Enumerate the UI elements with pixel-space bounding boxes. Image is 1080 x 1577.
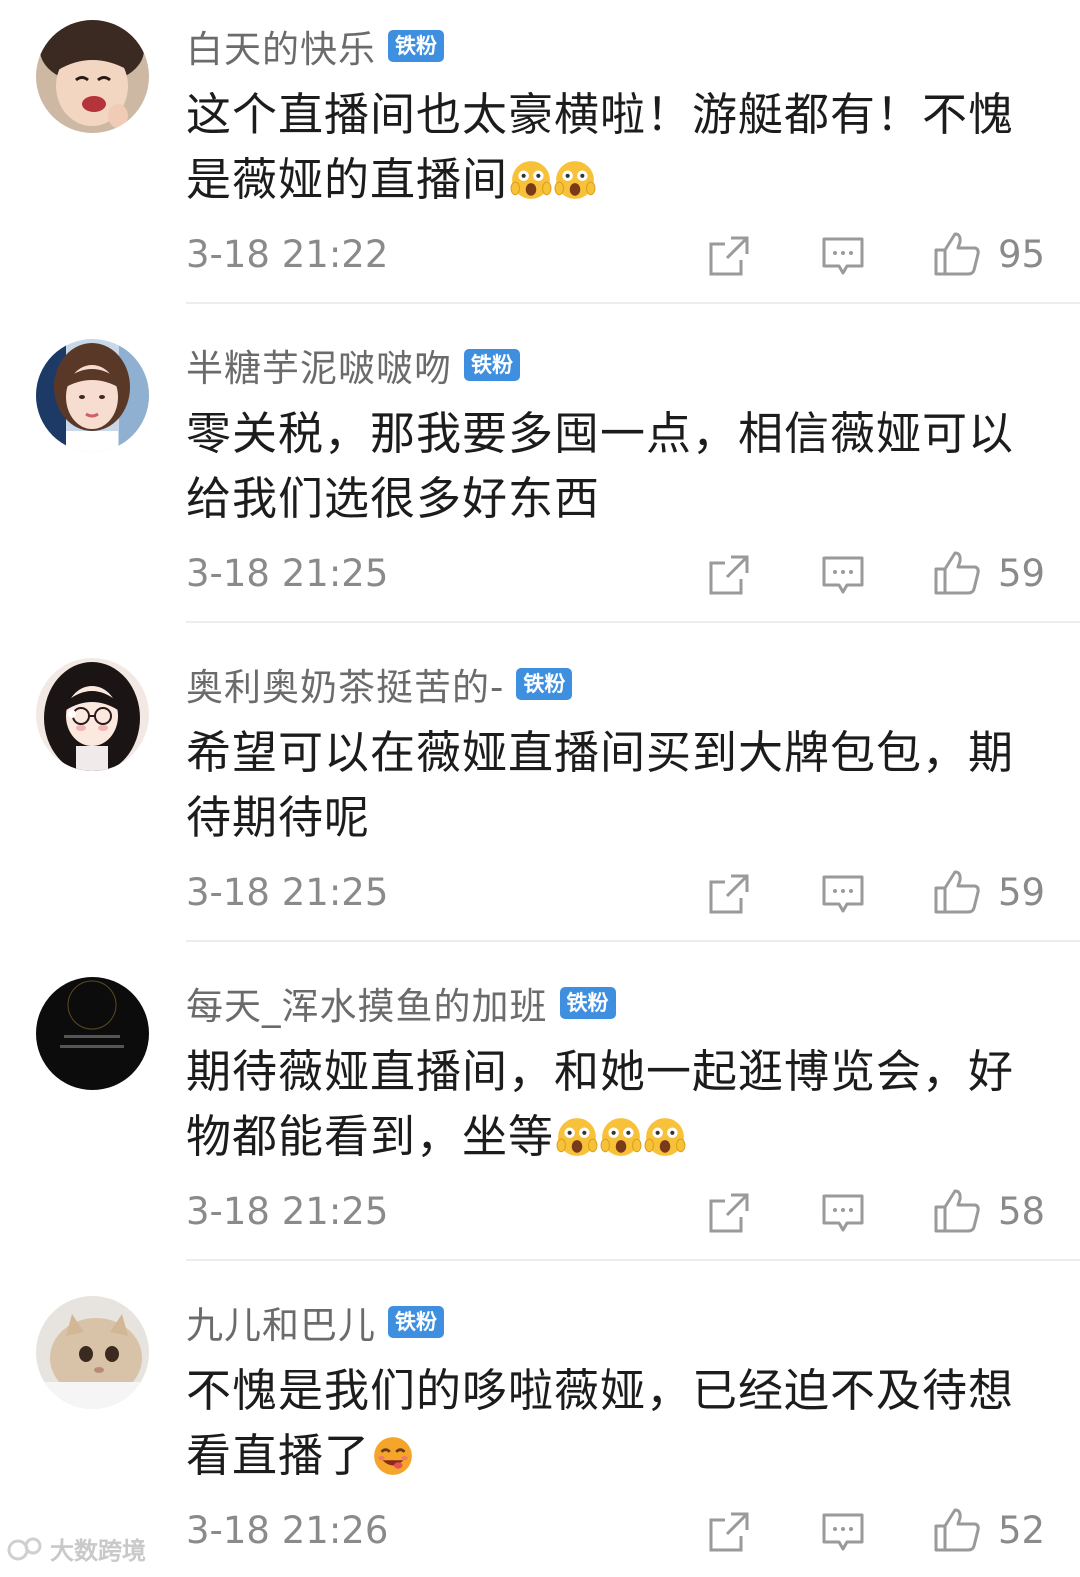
comment-content: 零关税，那我要多囤一点，相信薇娅可以给我们选很多好东西	[186, 407, 1015, 525]
fan-badge: 铁粉	[516, 668, 573, 700]
avatar[interactable]	[36, 977, 149, 1090]
fan-badge: 铁粉	[464, 349, 520, 381]
username[interactable]: 半糖芋泥啵啵吻	[186, 338, 452, 392]
username[interactable]: 每天_浑水摸鱼的加班	[186, 976, 548, 1030]
username-row: 半糖芋泥啵啵吻 铁粉	[186, 338, 520, 392]
username-row: 奥利奥奶茶挺苦的- 铁粉	[186, 657, 573, 711]
like-icon[interactable]	[933, 549, 981, 597]
fan-badge: 铁粉	[388, 30, 444, 62]
share-icon[interactable]	[707, 234, 751, 278]
username-row: 九儿和巴儿 铁粉	[186, 1295, 444, 1349]
avatar[interactable]	[36, 1296, 149, 1409]
scream-emoji-icon	[644, 1116, 686, 1158]
username-row: 白天的快乐 铁粉	[186, 19, 444, 73]
share-icon[interactable]	[707, 872, 751, 916]
comment-icon[interactable]	[821, 872, 865, 916]
username-row: 每天_浑水摸鱼的加班 铁粉	[186, 976, 616, 1030]
scream-emoji-icon	[510, 159, 552, 201]
timestamp: 3-18 21:25	[186, 552, 389, 595]
scream-emoji-icon	[556, 1116, 598, 1158]
fan-badge: 铁粉	[559, 987, 616, 1019]
username[interactable]: 奥利奥奶茶挺苦的-	[186, 657, 504, 711]
like-count: 59	[998, 871, 1046, 914]
comment-text: 这个直播间也太豪横啦！游艇都有！不愧是薇娅的直播间	[186, 82, 1046, 212]
username[interactable]: 九儿和巴儿	[186, 1295, 376, 1349]
timestamp: 3-18 21:26	[186, 1509, 389, 1552]
comment-meta: 3-18 21:22 95	[186, 232, 1046, 278]
comment-item: 九儿和巴儿 铁粉 不愧是我们的哆啦薇娅，已经迫不及待想看直播了 3-18 21:…	[0, 1276, 1080, 1577]
like-icon[interactable]	[933, 230, 981, 278]
timestamp: 3-18 21:22	[186, 233, 389, 276]
comment-text: 期待薇娅直播间，和她一起逛博览会，好物都能看到，坐等	[186, 1039, 1046, 1169]
like-icon[interactable]	[933, 868, 981, 916]
comment-text: 不愧是我们的哆啦薇娅，已经迫不及待想看直播了	[186, 1358, 1046, 1488]
watermark-logo-icon	[7, 1537, 42, 1561]
fan-badge: 铁粉	[388, 1306, 444, 1338]
comment-content: 这个直播间也太豪横啦！游艇都有！不愧是薇娅的直播间	[186, 88, 1015, 206]
like-count: 58	[998, 1190, 1046, 1233]
comment-icon[interactable]	[821, 553, 865, 597]
like-icon[interactable]	[933, 1506, 981, 1554]
comment-content: 不愧是我们的哆啦薇娅，已经迫不及待想看直播了	[186, 1364, 1015, 1482]
comment-meta: 3-18 21:25 59	[186, 870, 1046, 916]
username[interactable]: 白天的快乐	[186, 19, 376, 73]
comment-text: 希望可以在薇娅直播间买到大牌包包，期待期待呢	[186, 720, 1046, 850]
comment-meta: 3-18 21:26 52	[186, 1508, 1046, 1554]
comment-item: 每天_浑水摸鱼的加班 铁粉 期待薇娅直播间，和她一起逛博览会，好物都能看到，坐等…	[0, 957, 1080, 1276]
divider	[186, 940, 1080, 942]
comment-item: 白天的快乐 铁粉 这个直播间也太豪横啦！游艇都有！不愧是薇娅的直播间 3-18 …	[0, 0, 1080, 319]
like-count: 95	[998, 233, 1046, 276]
scream-emoji-icon	[600, 1116, 642, 1158]
comment-icon[interactable]	[821, 1510, 865, 1554]
like-count: 52	[998, 1509, 1046, 1552]
comment-icon[interactable]	[821, 234, 865, 278]
like-count: 59	[998, 552, 1046, 595]
yum-emoji-icon	[372, 1435, 414, 1477]
timestamp: 3-18 21:25	[186, 1190, 389, 1233]
divider	[186, 302, 1080, 304]
share-icon[interactable]	[707, 1510, 751, 1554]
watermark: 大数跨境	[6, 1530, 146, 1566]
comment-text: 零关税，那我要多囤一点，相信薇娅可以给我们选很多好东西	[186, 401, 1046, 531]
watermark-text: 大数跨境	[50, 1536, 146, 1565]
timestamp: 3-18 21:25	[186, 871, 389, 914]
avatar[interactable]	[36, 339, 149, 452]
comment-item: 半糖芋泥啵啵吻 铁粉 零关税，那我要多囤一点，相信薇娅可以给我们选很多好东西 3…	[0, 319, 1080, 638]
comment-content: 希望可以在薇娅直播间买到大牌包包，期待期待呢	[186, 726, 1015, 844]
scream-emoji-icon	[554, 159, 596, 201]
comment-item: 奥利奥奶茶挺苦的- 铁粉 希望可以在薇娅直播间买到大牌包包，期待期待呢 3-18…	[0, 638, 1080, 957]
divider	[186, 1259, 1080, 1261]
share-icon[interactable]	[707, 1191, 751, 1235]
divider	[186, 621, 1080, 623]
comment-meta: 3-18 21:25 59	[186, 551, 1046, 597]
avatar[interactable]	[36, 20, 149, 133]
comment-meta: 3-18 21:25 58	[186, 1189, 1046, 1235]
avatar[interactable]	[36, 658, 149, 771]
comment-icon[interactable]	[821, 1191, 865, 1235]
share-icon[interactable]	[707, 553, 751, 597]
like-icon[interactable]	[933, 1187, 981, 1235]
